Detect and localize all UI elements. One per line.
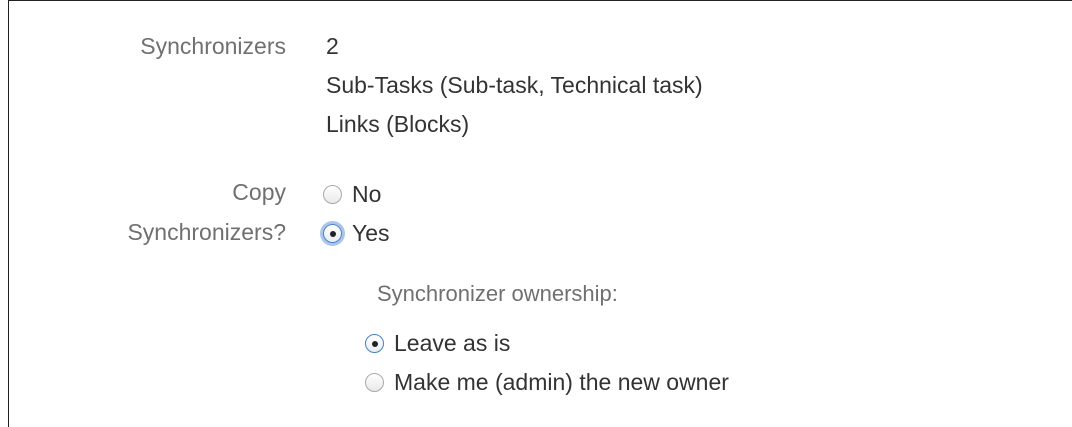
synchronizers-count: 2 [326,33,339,59]
synchronizer-ownership-label: Synchronizer ownership: [377,281,618,306]
radio-make-owner-icon[interactable] [365,373,384,392]
radio-yes-selected-icon[interactable] [323,224,342,243]
radio-leave-selected-icon[interactable] [365,334,384,353]
synchronizer-item-links: Links (Blocks) [326,111,470,137]
synchronizers-label: Synchronizers [140,33,286,59]
ownership-option-make-owner[interactable]: Make me (admin) the new owner [365,369,729,396]
radio-no-icon[interactable] [323,185,342,204]
form-panel: Synchronizers 2 Sub-Tasks (Sub-task, Tec… [8,0,1072,427]
copy-option-no-label: No [352,181,382,207]
copy-option-yes-label: Yes [352,220,390,246]
copy-option-yes[interactable]: Yes [323,220,390,247]
copy-synchronizers-label-line1: Copy [232,179,286,205]
ownership-option-leave[interactable]: Leave as is [365,330,510,357]
synchronizer-item-subtasks: Sub-Tasks (Sub-task, Technical task) [326,72,703,98]
copy-synchronizers-label-line2: Synchronizers? [127,219,286,245]
ownership-option-make-owner-label: Make me (admin) the new owner [394,369,729,395]
ownership-option-leave-label: Leave as is [394,330,511,356]
copy-option-no[interactable]: No [323,181,381,208]
